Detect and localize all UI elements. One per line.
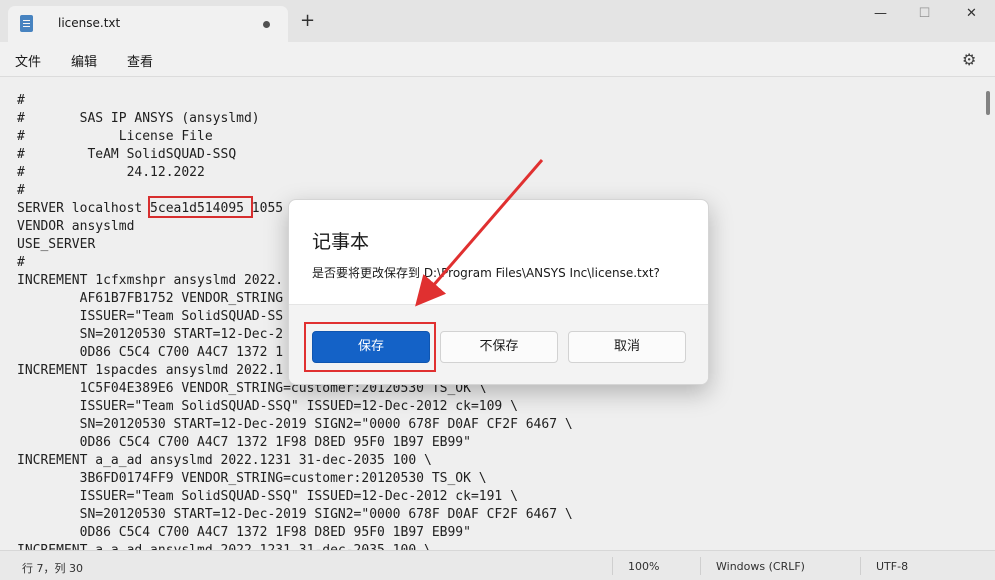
save-dialog: 记事本 是否要将更改保存到 D:\Program Files\ANSYS Inc… — [288, 199, 709, 385]
dialog-message: 是否要将更改保存到 D:\Program Files\ANSYS Inc\lic… — [312, 266, 660, 280]
cancel-button[interactable]: 取消 — [568, 331, 686, 363]
dialog-title: 记事本 — [312, 231, 370, 253]
dialog-footer: 保存 不保存 取消 — [289, 304, 708, 384]
dont-save-button[interactable]: 不保存 — [440, 331, 558, 363]
save-button[interactable]: 保存 — [312, 331, 430, 363]
